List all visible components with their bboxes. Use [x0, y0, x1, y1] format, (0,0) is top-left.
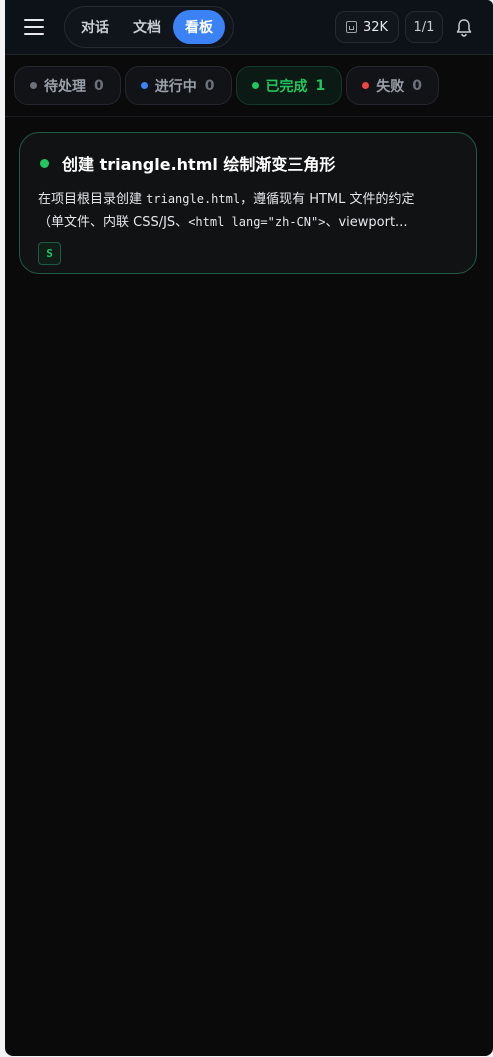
task-status-dot — [40, 158, 49, 168]
app-window: 对话 文档 看板 32K 1/1 待处理 0 进行中 0 已完成 1 失败 0 … — [5, 0, 493, 1056]
task-description-line: 在项目根目录创建 triangle.html，遵循现有 HTML 文件的约定 — [38, 188, 458, 211]
task-description: 在项目根目录创建 triangle.html，遵循现有 HTML 文件的约定 （… — [38, 188, 458, 234]
status-tab-done[interactable]: 已完成 1 — [235, 66, 343, 105]
status-filter-tabs: 待处理 0 进行中 0 已完成 1 失败 0 — [14, 66, 439, 105]
bell-icon[interactable] — [455, 18, 473, 38]
status-count: 1 — [315, 77, 326, 94]
tab-docs[interactable]: 文档 — [121, 10, 173, 44]
status-label: 已完成 — [265, 78, 308, 95]
status-count: 0 — [94, 77, 104, 94]
view-switcher: 对话 文档 看板 — [64, 6, 234, 48]
tab-chat[interactable]: 对话 — [69, 10, 121, 44]
hamburger-menu-icon[interactable] — [23, 16, 45, 38]
task-title-row: 创建 triangle.html 绘制渐变三角形 — [38, 151, 458, 175]
token-count: 32K — [362, 19, 389, 35]
status-tab-in-progress[interactable]: 进行中 0 — [124, 66, 232, 105]
tab-board[interactable]: 看板 — [173, 10, 225, 44]
token-icon — [345, 21, 357, 33]
desc-text: （单文件、内联 CSS/JS、 — [38, 215, 189, 230]
task-card[interactable]: 创建 triangle.html 绘制渐变三角形 在项目根目录创建 triang… — [19, 132, 477, 274]
status-count: 0 — [412, 77, 422, 94]
desc-code: triangle.html — [146, 192, 241, 206]
status-label: 待处理 — [44, 78, 86, 95]
divider — [5, 116, 493, 117]
status-tab-failed[interactable]: 失败 0 — [346, 66, 439, 105]
status-label: 进行中 — [154, 78, 197, 95]
status-tab-pending[interactable]: 待处理 0 — [14, 66, 121, 105]
desc-text: 在项目根目录创建 — [38, 192, 147, 207]
status-dot — [251, 82, 259, 89]
desc-code: <html lang="zh-CN"> — [188, 215, 326, 229]
desc-text: ，遵循现有 HTML 文件的约定 — [240, 192, 415, 207]
task-title: 创建 triangle.html 绘制渐变三角形 — [62, 155, 336, 174]
page-indicator[interactable]: 1/1 — [405, 11, 443, 43]
status-label: 失败 — [376, 78, 405, 95]
token-usage-button[interactable]: 32K — [335, 11, 399, 43]
status-count: 0 — [204, 77, 215, 94]
top-bar: 对话 文档 看板 32K 1/1 — [5, 0, 493, 55]
status-dot — [30, 82, 37, 89]
task-description-line: （单文件、内联 CSS/JS、<html lang="zh-CN">、viewp… — [38, 211, 458, 234]
task-size-badge: S — [38, 242, 61, 265]
status-dot — [362, 82, 370, 89]
status-dot — [140, 82, 148, 89]
desc-text: 、viewport... — [325, 215, 408, 230]
